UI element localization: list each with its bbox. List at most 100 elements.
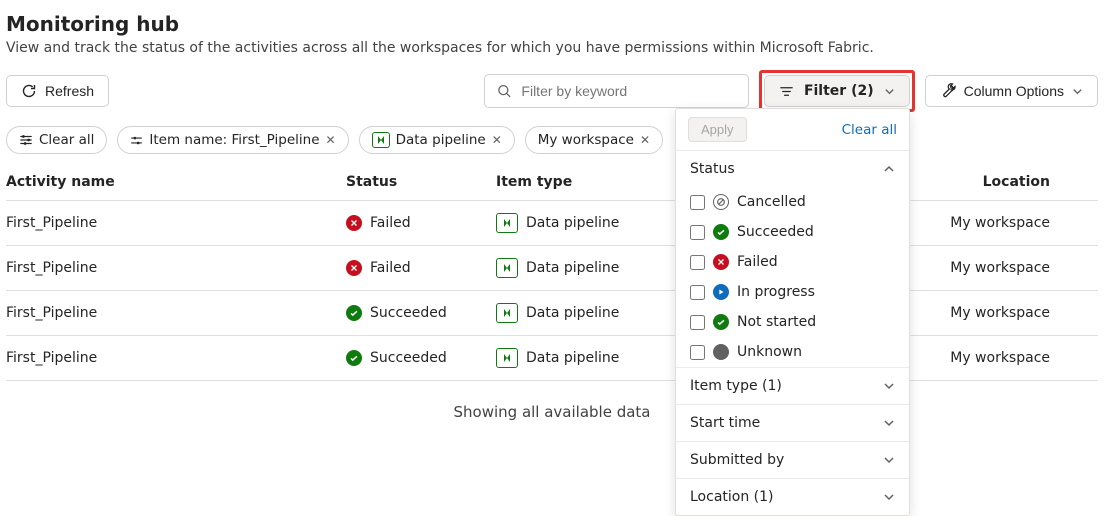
chevron-down-icon [883,491,895,503]
table-row[interactable]: First_PipelineFailedData pipeline3:40 PM… [6,201,1098,246]
chip-workspace[interactable]: My workspace ✕ [525,126,663,154]
checkbox[interactable] [690,195,705,210]
search-icon [497,83,511,99]
refresh-label: Refresh [45,83,94,99]
refresh-icon [21,83,37,99]
pipeline-icon [496,348,518,368]
checkbox[interactable] [690,315,705,330]
status-succeeded-icon [713,224,729,240]
filter-option-inprogress[interactable]: In progress [676,277,909,307]
status-notstarted-icon [713,314,729,330]
status-failed-icon [713,254,729,270]
page-subtitle: View and track the status of the activit… [6,40,1098,56]
section-label: Status [690,161,735,177]
chip-label: My workspace [538,132,634,148]
column-options-label: Column Options [964,83,1064,99]
type-text: Data pipeline [526,215,619,231]
cell-location: My workspace [936,336,1098,381]
status-text: Failed [370,260,411,276]
filter-option-failed[interactable]: Failed [676,247,909,277]
cell-location: My workspace [936,201,1098,246]
type-text: Data pipeline [526,305,619,321]
chevron-up-icon [883,163,895,175]
pipeline-icon [372,132,390,148]
apply-button[interactable]: Apply [688,117,747,142]
checkbox[interactable] [690,345,705,360]
cell-activity-name: First_Pipeline [6,336,346,381]
chevron-down-icon [883,417,895,429]
chip-item-name[interactable]: Item name: First_Pipeline ✕ [117,126,348,154]
filter-option-cancelled[interactable]: Cancelled [676,187,909,217]
status-cancelled-icon [713,194,729,210]
cell-activity-name: First_Pipeline [6,201,346,246]
filter-section[interactable]: Start time [676,404,909,441]
option-label: Not started [737,314,816,330]
option-label: Unknown [737,344,802,360]
option-label: Succeeded [737,224,814,240]
filter-section[interactable]: Location (1) [676,478,909,515]
option-label: In progress [737,284,815,300]
option-label: Failed [737,254,778,270]
pipeline-icon [496,303,518,323]
section-label: Submitted by [690,452,784,468]
pipeline-icon [496,258,518,278]
type-text: Data pipeline [526,350,619,366]
filter-panel: Apply Clear all Status Cancelled Succeede… [675,108,910,516]
refresh-button[interactable]: Refresh [6,75,109,107]
activities-table: Activity name Status Item type Start tim… [6,164,1098,381]
tune-icon [130,134,143,147]
wrench-icon [940,83,956,99]
table-row[interactable]: First_PipelineSucceededData pipeline6:08… [6,336,1098,381]
section-status[interactable]: Status [676,150,909,187]
option-label: Cancelled [737,194,806,210]
status-text: Succeeded [370,350,447,366]
status-unknown-icon [713,344,729,360]
filter-button-highlight: Filter (2) [759,70,915,112]
close-icon[interactable]: ✕ [492,133,502,147]
status-text: Failed [370,215,411,231]
chevron-down-icon [1072,86,1083,97]
filter-icon [779,84,794,99]
filter-section[interactable]: Submitted by [676,441,909,478]
section-label: Item type (1) [690,378,782,394]
page-title: Monitoring hub [6,12,1098,36]
chevron-down-icon [884,86,895,97]
close-icon[interactable]: ✕ [326,133,336,147]
search-input-wrap[interactable] [484,74,749,108]
checkbox[interactable] [690,255,705,270]
search-input[interactable] [519,82,736,100]
col-activity-name[interactable]: Activity name [6,164,346,201]
chevron-down-icon [883,454,895,466]
chip-data-pipeline[interactable]: Data pipeline ✕ [359,126,515,154]
checkbox[interactable] [690,225,705,240]
col-item-type[interactable]: Item type [496,164,676,201]
cell-activity-name: First_Pipeline [6,291,346,336]
table-row[interactable]: First_PipelineFailedData pipeline4:15 PM… [6,246,1098,291]
col-location[interactable]: Location [936,164,1098,201]
clear-all-label: Clear all [39,132,94,148]
section-label: Start time [690,415,760,431]
tune-icon [19,133,33,147]
panel-clear-all[interactable]: Clear all [842,122,897,138]
clear-all-chip[interactable]: Clear all [6,126,107,154]
status-failed-icon [346,215,362,231]
filter-option-notstarted[interactable]: Not started [676,307,909,337]
status-failed-icon [346,260,362,276]
status-text: Succeeded [370,305,447,321]
footer-note: Showing all available data [6,381,1098,443]
filter-label: Filter (2) [804,83,874,99]
filter-button[interactable]: Filter (2) [764,75,910,107]
filter-section[interactable]: Item type (1) [676,367,909,404]
filter-option-succeeded[interactable]: Succeeded [676,217,909,247]
filter-option-unknown[interactable]: Unknown [676,337,909,367]
close-icon[interactable]: ✕ [640,133,650,147]
checkbox[interactable] [690,285,705,300]
column-options-button[interactable]: Column Options [925,75,1098,107]
type-text: Data pipeline [526,260,619,276]
cell-location: My workspace [936,291,1098,336]
status-succeeded-icon [346,350,362,366]
chip-label: Item name: First_Pipeline [149,132,319,148]
section-label: Location (1) [690,489,774,505]
table-row[interactable]: First_PipelineSucceededData pipeline3:42… [6,291,1098,336]
col-status[interactable]: Status [346,164,496,201]
